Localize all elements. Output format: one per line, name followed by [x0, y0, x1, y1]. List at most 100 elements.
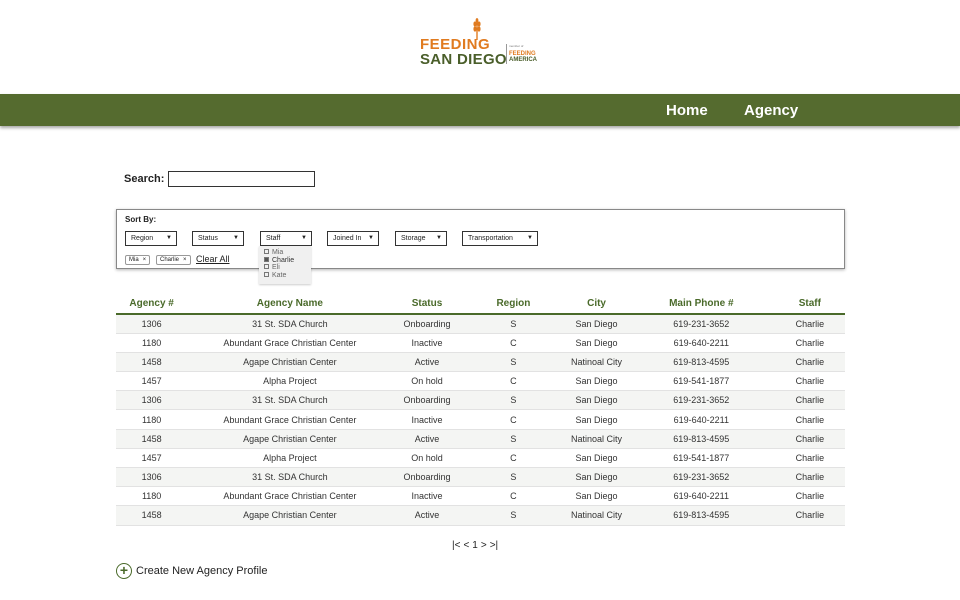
joined-in-dropdown-label: Joined In: [333, 235, 362, 242]
table-cell: Agape Christian Center: [187, 352, 393, 373]
table-cell: Charlie: [774, 429, 845, 449]
table-row[interactable]: 1458 Agape Christian Center Active S Natinoa…: [116, 505, 845, 526]
table-cell: Natinoal City: [565, 429, 628, 449]
table-cell: Natinoal City: [565, 505, 628, 526]
table-cell: San Diego: [565, 467, 628, 488]
table-cell: 619-541-1877: [627, 371, 775, 392]
feeding-san-diego-logo: FEEDING SAN DIEGO member of FEEDING AMER…: [420, 18, 550, 70]
next-page-icon[interactable]: >: [481, 540, 487, 551]
checkbox-icon[interactable]: [264, 249, 269, 254]
table-cell: 1306: [116, 390, 188, 411]
storage-dropdown[interactable]: Storage ▼: [395, 231, 447, 246]
logo-member-of: member of: [509, 44, 524, 48]
table-body: 1306 31 St. SDA Church Onboarding S San Dieg…: [116, 314, 845, 526]
table-cell: 31 St. SDA Church: [187, 467, 393, 488]
table-cell: S: [461, 505, 566, 526]
remove-chip-icon[interactable]: ×: [143, 257, 147, 263]
table-cell: C: [461, 409, 566, 430]
caret-down-icon: ▼: [368, 235, 374, 241]
checkbox-checked-icon[interactable]: [264, 256, 269, 262]
filter-chip-label: Charlie: [160, 257, 180, 263]
filter-chip-charlie: Charlie ×: [156, 255, 191, 265]
table-cell: 1458: [116, 429, 188, 449]
table-row[interactable]: 1306 31 St. SDA Church Onboarding S San Dieg…: [116, 314, 845, 334]
table-row[interactable]: 1306 31 St. SDA Church Onboarding S San Dieg…: [116, 390, 845, 411]
staff-dropdown-menu: Mia Charlie Eli Kate: [259, 246, 311, 284]
transportation-dropdown-label: Transportation: [468, 235, 513, 242]
table-cell: Inactive: [392, 486, 462, 507]
staff-option-kate[interactable]: Kate: [264, 271, 311, 280]
table-cell: Onboarding: [392, 467, 462, 488]
table-cell: San Diego: [565, 448, 628, 469]
caret-down-icon: ▼: [233, 235, 239, 241]
checkbox-icon[interactable]: [264, 264, 269, 269]
staff-option-label: Charlie: [272, 256, 295, 264]
staff-option-eli[interactable]: Eli: [264, 264, 311, 272]
staff-option-mia[interactable]: Mia: [264, 249, 311, 257]
sort-panel: Sort By: Region ▼ Status ▼ Staff ▼ Joine…: [116, 209, 845, 269]
table-cell: Abundant Grace Christian Center: [187, 333, 393, 353]
staff-option-label: Eli: [272, 264, 280, 271]
transportation-dropdown[interactable]: Transportation ▼: [462, 231, 538, 246]
table-cell: On hold: [392, 448, 462, 469]
status-dropdown[interactable]: Status ▼: [192, 231, 244, 246]
current-page-number[interactable]: 1: [472, 540, 478, 551]
nav-home-link[interactable]: Home: [666, 102, 708, 119]
table-cell: 619-813-4595: [627, 505, 775, 526]
table-row[interactable]: 1458 Agape Christian Center Active S Natinoa…: [116, 352, 845, 373]
table-row[interactable]: 1180 Abundant Grace Christian Center Inact…: [116, 333, 845, 353]
search-label: Search:: [124, 173, 165, 185]
column-header-status[interactable]: Status: [392, 294, 462, 315]
column-header-staff[interactable]: Staff: [774, 294, 845, 315]
caret-down-icon: ▼: [166, 235, 172, 241]
sort-by-label: Sort By:: [125, 215, 157, 224]
table-cell: 619-541-1877: [627, 448, 775, 469]
table-row[interactable]: 1457 Alpha Project On hold C San Diego 619-54…: [116, 371, 845, 392]
table-cell: On hold: [392, 371, 462, 392]
table-cell: 1306: [116, 314, 188, 334]
table-cell: Charlie: [774, 390, 845, 411]
nav-agency-link[interactable]: Agency: [744, 102, 798, 119]
region-dropdown[interactable]: Region ▼: [125, 231, 177, 246]
table-cell: Abundant Grace Christian Center: [187, 409, 393, 430]
table-cell: San Diego: [565, 314, 628, 334]
last-page-icon[interactable]: >|: [490, 540, 498, 551]
create-new-agency-label[interactable]: Create New Agency Profile: [136, 565, 267, 577]
table-cell: 1180: [116, 409, 188, 430]
caret-down-icon: ▼: [527, 235, 533, 241]
table-cell: 1457: [116, 448, 188, 469]
add-circle-icon[interactable]: +: [116, 563, 132, 579]
table-cell: Inactive: [392, 333, 462, 353]
first-page-icon[interactable]: |<: [452, 540, 460, 551]
column-header-agency-name[interactable]: Agency Name: [187, 294, 393, 315]
table-cell: 1306: [116, 467, 188, 488]
table-row[interactable]: 1180 Abundant Grace Christian Center Inact…: [116, 409, 845, 430]
table-cell: 31 St. SDA Church: [187, 314, 393, 334]
table-cell: Agape Christian Center: [187, 505, 393, 526]
remove-chip-icon[interactable]: ×: [183, 257, 187, 263]
table-cell: Alpha Project: [187, 448, 393, 469]
table-row[interactable]: 1458 Agape Christian Center Active S Natinoa…: [116, 429, 845, 449]
clear-all-link[interactable]: Clear All: [196, 254, 230, 264]
table-cell: San Diego: [565, 371, 628, 392]
table-row[interactable]: 1457 Alpha Project On hold C San Diego 619-54…: [116, 448, 845, 469]
column-header-main-phone[interactable]: Main Phone #: [627, 294, 775, 315]
column-header-city[interactable]: City: [565, 294, 628, 315]
joined-in-dropdown[interactable]: Joined In ▼: [327, 231, 379, 246]
table-cell: 1458: [116, 352, 188, 373]
checkbox-icon[interactable]: [264, 271, 269, 277]
logo-divider: [506, 44, 507, 64]
table-cell: 619-640-2211: [627, 409, 775, 430]
column-header-agency-number[interactable]: Agency #: [116, 294, 188, 315]
table-row[interactable]: 1180 Abundant Grace Christian Center Inact…: [116, 486, 845, 507]
staff-option-charlie[interactable]: Charlie: [264, 256, 311, 265]
staff-dropdown[interactable]: Staff ▼: [260, 231, 312, 246]
search-input[interactable]: [168, 171, 315, 187]
table-cell: Charlie: [774, 371, 845, 392]
prev-page-icon[interactable]: <: [463, 540, 469, 551]
table-row[interactable]: 1306 31 St. SDA Church Onboarding S San Dieg…: [116, 467, 845, 488]
table-cell: Charlie: [774, 448, 845, 469]
filter-chip-mia: Mia ×: [125, 255, 151, 265]
column-header-region[interactable]: Region: [461, 294, 566, 315]
table-cell: 619-231-3652: [627, 467, 775, 488]
